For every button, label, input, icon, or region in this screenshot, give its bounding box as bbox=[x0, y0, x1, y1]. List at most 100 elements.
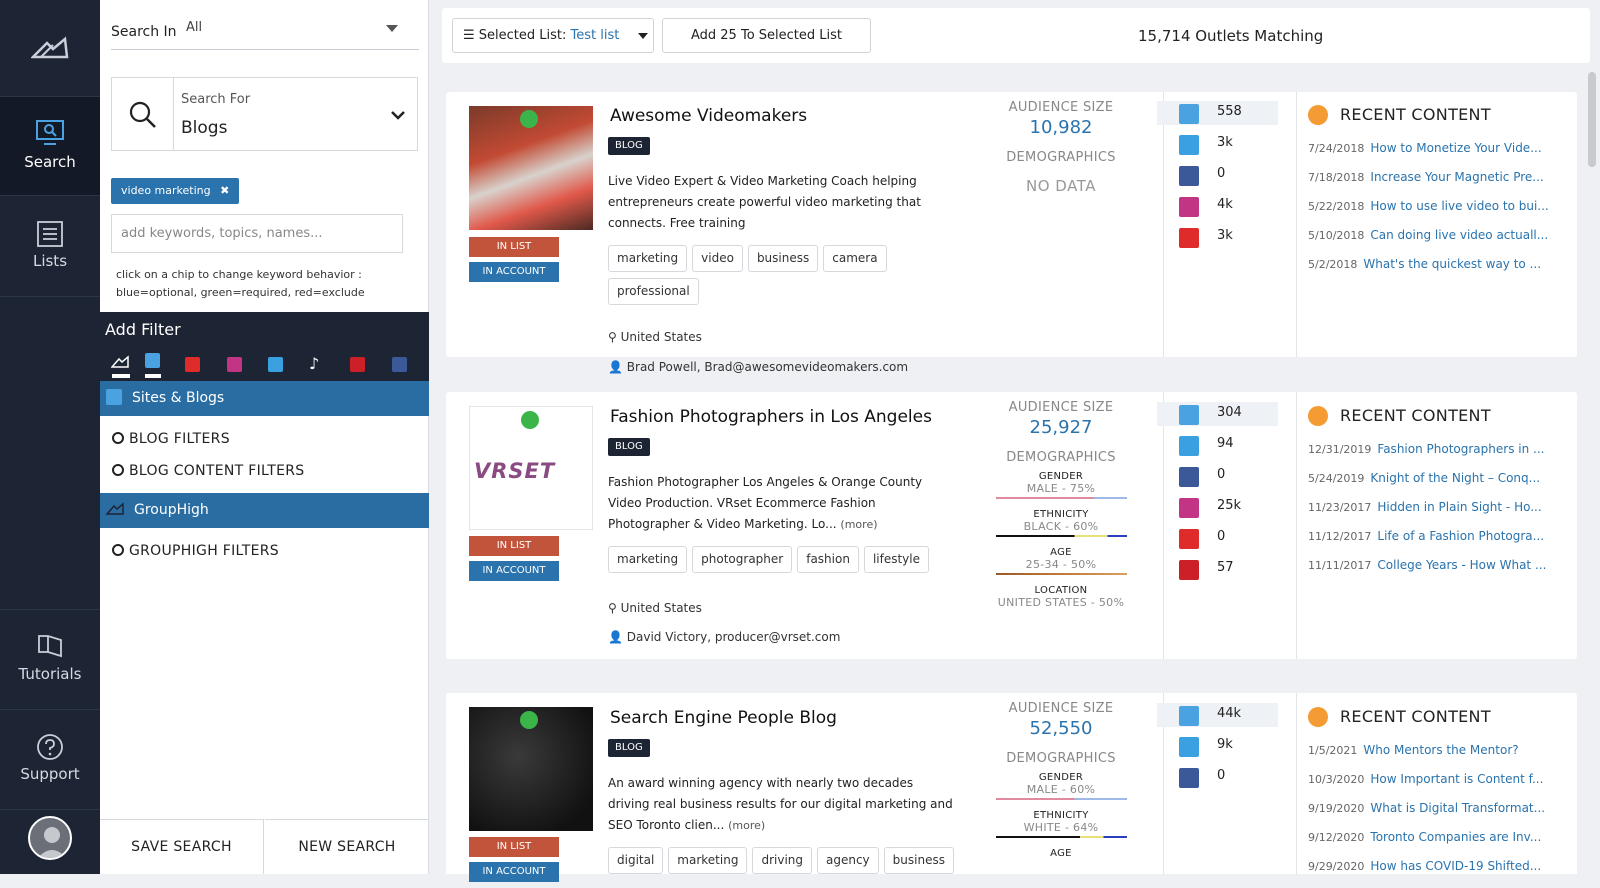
tag[interactable]: driving bbox=[752, 847, 812, 874]
tag[interactable]: business bbox=[747, 245, 819, 272]
youtube-icon[interactable] bbox=[185, 357, 200, 372]
grouphigh-filter-icon[interactable] bbox=[111, 355, 129, 369]
outlet-title[interactable]: Fashion Photographers in Los Angeles bbox=[610, 407, 932, 427]
social-row-instagram[interactable]: 4k bbox=[1157, 194, 1278, 218]
social-row-instagram[interactable]: 25k bbox=[1157, 495, 1278, 519]
blog-filters-toggle[interactable]: BLOG FILTERS bbox=[112, 431, 230, 447]
recent-link[interactable]: Knight of the Night – Conq... bbox=[1370, 471, 1540, 485]
ethnicity-bar bbox=[995, 836, 1127, 838]
recent-item[interactable]: 7/18/2018 Increase Your Magnetic Pre... bbox=[1308, 170, 1595, 199]
social-row-www[interactable]: 44k bbox=[1157, 703, 1278, 727]
list-icon bbox=[37, 221, 63, 247]
recent-link[interactable]: Fashion Photographers in ... bbox=[1377, 442, 1544, 456]
twitter-icon[interactable] bbox=[268, 357, 283, 372]
save-search-button[interactable]: SAVE SEARCH bbox=[100, 819, 264, 874]
user-avatar[interactable] bbox=[28, 816, 72, 860]
keyword-input[interactable]: add keywords, topics, names... bbox=[111, 214, 403, 253]
grouphigh-section[interactable]: GroupHigh bbox=[100, 493, 429, 528]
recent-item[interactable]: 5/24/2019 Knight of the Night – Conq... bbox=[1308, 471, 1595, 500]
social-row-twitter[interactable]: 3k bbox=[1157, 132, 1278, 156]
outlet-contact[interactable]: 👤 Brad Powell, Brad@awesomevideomakers.c… bbox=[608, 360, 908, 374]
tag[interactable]: marketing bbox=[608, 546, 688, 573]
social-row-twitter[interactable]: 94 bbox=[1157, 433, 1278, 457]
nav-tutorials[interactable]: Tutorials bbox=[0, 609, 100, 710]
recent-link[interactable]: How to use live video to bui... bbox=[1370, 199, 1548, 213]
recent-link[interactable]: Life of a Fashion Photogra... bbox=[1377, 529, 1544, 543]
recent-link[interactable]: Who Mentors the Mentor? bbox=[1363, 743, 1518, 757]
scrollbar-thumb[interactable] bbox=[1588, 72, 1596, 167]
new-search-button[interactable]: NEW SEARCH bbox=[265, 819, 429, 874]
outlet-image[interactable]: VRSET bbox=[469, 406, 593, 530]
selected-list-dropdown[interactable]: ☰ Selected List: Test list bbox=[452, 18, 654, 53]
outlet-title[interactable]: Search Engine People Blog bbox=[610, 708, 837, 728]
recent-link[interactable]: How Important is Content f... bbox=[1370, 772, 1543, 786]
facebook-icon[interactable] bbox=[392, 357, 407, 372]
tiktok-icon[interactable]: ♪ bbox=[309, 354, 319, 373]
keyword-chip[interactable]: video marketing ✖ bbox=[111, 178, 240, 204]
nav-lists[interactable]: Lists bbox=[0, 196, 100, 297]
outlet-image[interactable] bbox=[469, 707, 593, 831]
tag[interactable]: video bbox=[692, 245, 743, 272]
social-row-www[interactable]: 304 bbox=[1157, 402, 1278, 426]
recent-link[interactable]: College Years - How What ... bbox=[1377, 558, 1546, 572]
recent-item[interactable]: 1/5/2021 Who Mentors the Mentor? bbox=[1308, 743, 1595, 772]
www-icon[interactable] bbox=[145, 353, 160, 368]
outlet-image[interactable] bbox=[469, 106, 593, 230]
blog-content-filters-toggle[interactable]: BLOG CONTENT FILTERS bbox=[112, 463, 304, 479]
recent-item[interactable]: 5/10/2018 Can doing live video actuall... bbox=[1308, 228, 1595, 257]
recent-link[interactable]: Hidden in Plain Sight - Ho... bbox=[1377, 500, 1541, 514]
social-row-facebook[interactable]: 0 bbox=[1157, 464, 1278, 488]
recent-item[interactable]: 9/12/2020 Toronto Companies are Inv... bbox=[1308, 830, 1595, 859]
tag[interactable]: fashion bbox=[797, 546, 859, 573]
outlet-contact[interactable]: 👤 David Victory, producer@vrset.com bbox=[608, 630, 840, 644]
social-row-www[interactable]: 558 bbox=[1157, 101, 1278, 125]
social-row-twitter[interactable]: 9k bbox=[1157, 734, 1278, 758]
nav-search[interactable]: Search bbox=[0, 97, 100, 196]
recent-item[interactable]: 11/11/2017 College Years - How What ... bbox=[1308, 558, 1595, 587]
recent-link[interactable]: What's the quickest way to ... bbox=[1363, 257, 1541, 271]
sites-blogs-label: Sites & Blogs bbox=[132, 390, 225, 406]
recent-item[interactable]: 9/19/2020 What is Digital Transformat... bbox=[1308, 801, 1595, 830]
social-row-facebook[interactable]: 0 bbox=[1157, 765, 1278, 789]
social-row-youtube[interactable]: 0 bbox=[1157, 526, 1278, 550]
social-row-pinterest[interactable]: 57 bbox=[1157, 557, 1278, 581]
tag[interactable]: camera bbox=[823, 245, 887, 272]
pinterest-icon[interactable] bbox=[350, 357, 365, 372]
more-link[interactable]: (more) bbox=[728, 819, 765, 832]
tag[interactable]: business bbox=[883, 847, 954, 874]
tag[interactable]: agency bbox=[817, 847, 879, 874]
recent-link[interactable]: Toronto Companies are Inv... bbox=[1370, 830, 1541, 844]
social-row-facebook[interactable]: 0 bbox=[1157, 163, 1278, 187]
sites-blogs-section[interactable]: Sites & Blogs bbox=[100, 381, 429, 416]
grouphigh-filters-toggle[interactable]: GROUPHIGH FILTERS bbox=[112, 543, 279, 559]
recent-item[interactable]: 10/3/2020 How Important is Content f... bbox=[1308, 772, 1595, 801]
more-link[interactable]: (more) bbox=[840, 518, 877, 531]
outlet-title[interactable]: Awesome Videomakers bbox=[610, 106, 807, 126]
result-card: VRSET IN LIST IN ACCOUNT Fashion Photogr… bbox=[446, 392, 1577, 659]
tag[interactable]: professional bbox=[608, 278, 699, 305]
tag[interactable]: marketing bbox=[668, 847, 748, 874]
recent-link[interactable]: What is Digital Transformat... bbox=[1370, 801, 1545, 815]
search-in-select[interactable]: Search In All bbox=[111, 14, 419, 50]
nav-support[interactable]: Support bbox=[0, 710, 100, 810]
close-icon[interactable]: ✖ bbox=[220, 184, 229, 197]
recent-item[interactable]: 7/24/2018 How to Monetize Your Vide... bbox=[1308, 141, 1595, 170]
add-to-list-button[interactable]: Add 25 To Selected List bbox=[662, 18, 871, 53]
search-for-select[interactable]: Search For Blogs bbox=[111, 77, 418, 151]
recent-link[interactable]: How to Monetize Your Vide... bbox=[1370, 141, 1541, 155]
recent-item[interactable]: 5/22/2018 How to use live video to bui... bbox=[1308, 199, 1595, 228]
tag[interactable]: lifestyle bbox=[863, 546, 929, 573]
social-row-youtube[interactable]: 3k bbox=[1157, 225, 1278, 249]
recent-link[interactable]: Increase Your Magnetic Pre... bbox=[1370, 170, 1543, 184]
instagram-icon[interactable] bbox=[227, 357, 242, 372]
recent-link[interactable]: How has COVID-19 Shifted... bbox=[1370, 859, 1541, 873]
recent-item[interactable]: 5/2/2018 What's the quickest way to ... bbox=[1308, 257, 1595, 286]
tag[interactable]: marketing bbox=[608, 245, 688, 272]
recent-item[interactable]: 12/31/2019 Fashion Photographers in ... bbox=[1308, 442, 1595, 471]
recent-link[interactable]: Can doing live video actuall... bbox=[1370, 228, 1548, 242]
tag[interactable]: digital bbox=[608, 847, 664, 874]
recent-item[interactable]: 11/12/2017 Life of a Fashion Photogra... bbox=[1308, 529, 1595, 558]
tag[interactable]: photographer bbox=[692, 546, 793, 573]
app-logo[interactable] bbox=[0, 0, 100, 97]
recent-item[interactable]: 11/23/2017 Hidden in Plain Sight - Ho... bbox=[1308, 500, 1595, 529]
